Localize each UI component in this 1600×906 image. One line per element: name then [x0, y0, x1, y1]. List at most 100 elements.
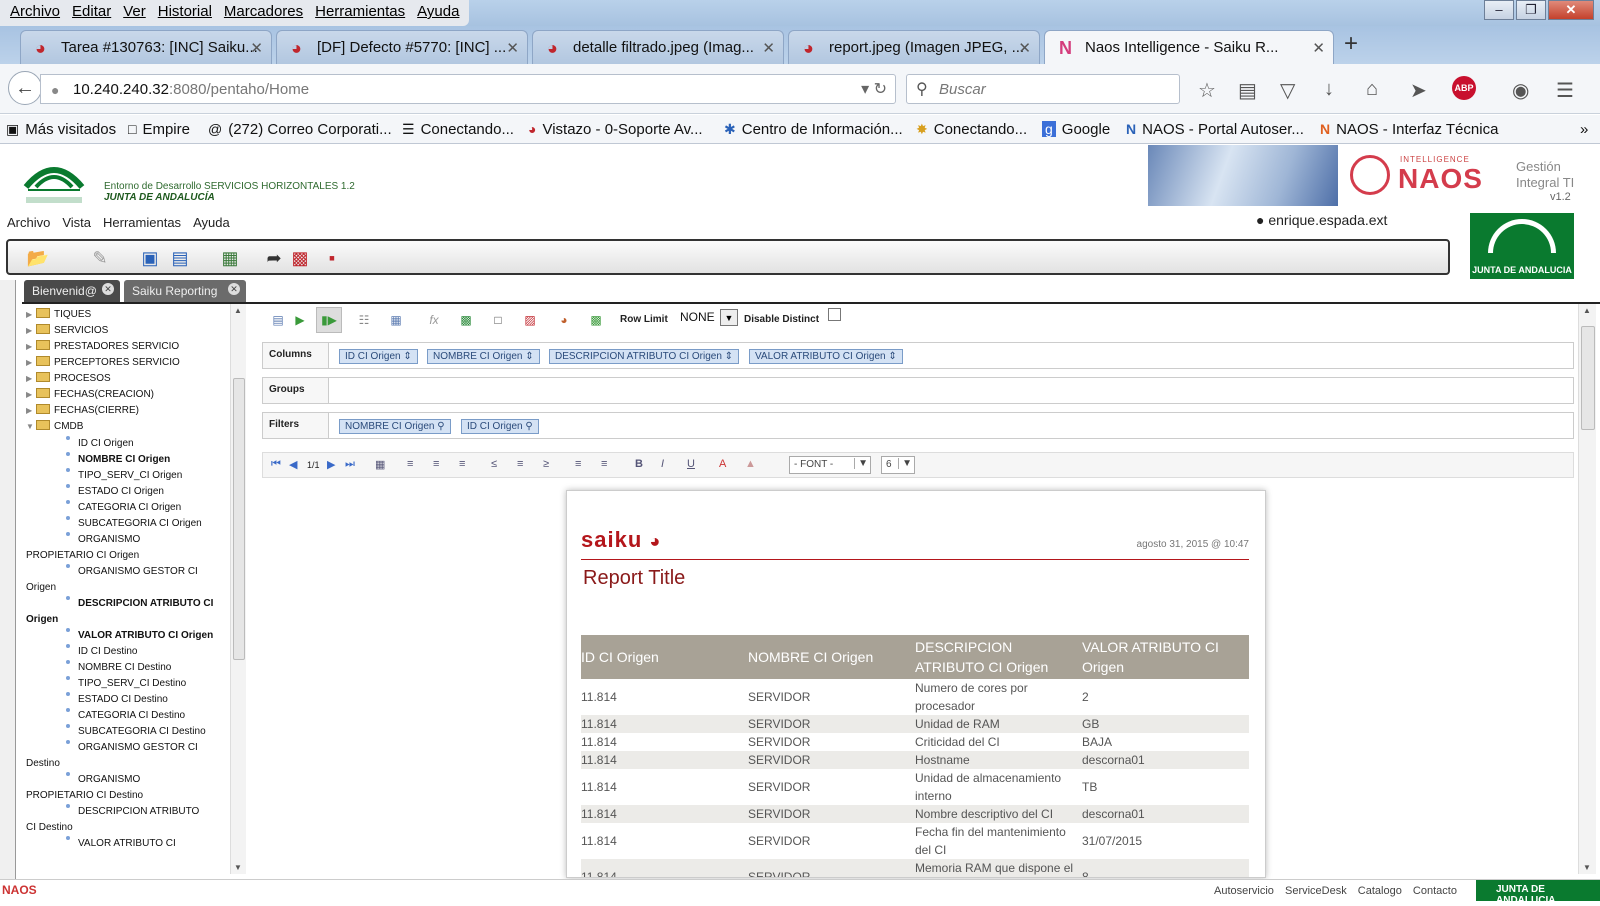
close-panel-icon[interactable]: ✕ — [102, 283, 114, 295]
new-tab-button[interactable]: + — [1344, 30, 1358, 58]
scroll-up-icon[interactable]: ▲ — [1583, 306, 1591, 315]
export-excel-icon[interactable]: ▩ — [458, 312, 474, 328]
collapsed-arrow-icon[interactable]: ▶ — [26, 390, 36, 399]
valign-middle-icon[interactable]: ≡ — [517, 458, 523, 470]
scroll-thumb[interactable] — [233, 378, 245, 660]
browser-tab[interactable]: ◕ [DF] Defecto #5770: [INC] ... ✕ — [276, 30, 528, 64]
align-right-icon[interactable]: ≡ — [459, 458, 465, 470]
next-page-icon[interactable]: ▶ — [327, 458, 335, 471]
browser-tab[interactable]: ◕ Tarea #130763: [INC] Saiku... ✕ — [20, 30, 272, 64]
export-csv-icon[interactable]: □ — [490, 312, 506, 328]
prev-page-icon[interactable]: ◀ — [289, 458, 297, 471]
tree-level-item[interactable]: ORGANISMO PROPIETARIO CI Destino — [26, 772, 228, 804]
tree-folder[interactable]: ▼ CMDB — [26, 420, 83, 432]
column-chip[interactable]: ID CI Origen ⇕ — [339, 349, 418, 364]
bookmark-item[interactable]: □ Empire — [128, 121, 190, 138]
close-tab-icon[interactable]: ✕ — [762, 39, 775, 57]
tree-level-item[interactable]: CATEGORIA CI Origen — [62, 500, 228, 516]
close-tab-icon[interactable]: ✕ — [506, 39, 519, 57]
tree-level-item[interactable]: TIPO_SERV_CI Origen — [62, 468, 228, 484]
column-header[interactable]: ID CI Origen — [581, 635, 748, 679]
app-menu-ayuda[interactable]: Ayuda — [193, 215, 230, 230]
tree-folder[interactable]: ▶ PRESTADORES SERVICIO — [26, 340, 179, 352]
close-tab-icon[interactable]: ✕ — [250, 39, 263, 57]
layout-icon[interactable]: ☷ — [356, 312, 372, 328]
menu-editar[interactable]: Editar — [72, 3, 111, 26]
app-menu-archivo[interactable]: Archivo — [7, 215, 50, 230]
reload-icon[interactable]: ▾ ↻ — [861, 79, 887, 99]
scroll-up-icon[interactable]: ▲ — [234, 306, 242, 315]
tree-level-item[interactable]: NOMBRE CI Origen — [62, 452, 228, 468]
refresh-view-icon[interactable]: ▦ — [218, 246, 242, 270]
collapse-strip[interactable] — [0, 280, 16, 880]
tree-folder[interactable]: ▶ PROCESOS — [26, 372, 111, 384]
panel-tab-bienvenido[interactable]: Bienvenid@ ✕ — [24, 280, 120, 302]
collapsed-arrow-icon[interactable]: ▶ — [26, 342, 36, 351]
align-center-icon[interactable]: ≡ — [433, 458, 439, 470]
tree-level-item[interactable]: ID CI Origen — [62, 436, 228, 452]
menu-historial[interactable]: Historial — [158, 3, 212, 26]
chart-icon[interactable]: ◕ — [556, 312, 572, 328]
save-as-icon[interactable]: ▤ — [168, 246, 192, 270]
collapsed-arrow-icon[interactable]: ▶ — [26, 406, 36, 415]
collapsed-arrow-icon[interactable]: ▶ — [26, 310, 36, 319]
search-input[interactable]: ⚲ Buscar — [906, 74, 1180, 104]
scroll-down-icon[interactable]: ▼ — [234, 863, 242, 872]
user-indicator[interactable]: ● enrique.espada.ext — [1256, 212, 1387, 228]
footer-link-servicedesk[interactable]: ServiceDesk — [1285, 885, 1347, 897]
valign-top-icon[interactable]: ≤ — [491, 458, 497, 470]
save-icon[interactable]: ▣ — [138, 246, 162, 270]
bookmark-item[interactable]: N NAOS - Portal Autoser... — [1126, 121, 1304, 138]
tree-level-item[interactable]: TIPO_SERV_CI Destino — [62, 676, 228, 692]
edit-pencil-icon[interactable]: ✎ — [88, 246, 112, 270]
pocket-icon[interactable]: ▽ — [1280, 78, 1295, 103]
expanded-arrow-icon[interactable]: ▼ — [26, 422, 36, 431]
new-query-icon[interactable]: ▤ — [270, 312, 286, 328]
outdent-icon[interactable]: ≡ — [601, 458, 607, 470]
collapsed-arrow-icon[interactable]: ▶ — [26, 374, 36, 383]
panel-tab-saiku[interactable]: Saiku Reporting ✕ — [124, 280, 246, 302]
align-left-icon[interactable]: ≡ — [407, 458, 413, 470]
filter-chip[interactable]: NOMBRE CI Origen ⚲ — [339, 419, 451, 434]
tree-level-item[interactable]: VALOR ATRIBUTO CI Origen — [62, 628, 228, 644]
font-select[interactable]: - FONT - ▼ — [789, 456, 871, 474]
tree-level-item[interactable]: VALOR ATRIBUTO CI — [62, 836, 228, 852]
bookmark-item[interactable]: g Google — [1042, 121, 1110, 138]
tree-level-item[interactable]: DESCRIPCION ATRIBUTO CI Destino — [26, 804, 228, 836]
main-scrollbar[interactable]: ▲ ▼ — [1578, 304, 1596, 874]
tree-level-item[interactable]: ORGANISMO GESTOR CI Destino — [26, 740, 228, 772]
close-panel-icon[interactable]: ✕ — [228, 283, 240, 295]
menu-archivo[interactable]: Archivo — [10, 3, 60, 26]
tree-level-item[interactable]: ORGANISMO GESTOR CI Origen — [26, 564, 228, 596]
collapsed-arrow-icon[interactable]: ▶ — [26, 326, 36, 335]
tree-level-item[interactable]: ESTADO CI Origen — [62, 484, 228, 500]
formula-icon[interactable]: fx — [426, 312, 442, 328]
bookmark-star-icon[interactable]: ☆ — [1198, 78, 1216, 103]
auto-execute-icon[interactable]: ▮▶ — [316, 307, 342, 333]
minimize-button[interactable]: – — [1484, 0, 1514, 20]
bookmark-item[interactable]: @ (272) Correo Corporati... — [208, 121, 392, 138]
tree-folder[interactable]: ▶ SERVICIOS — [26, 324, 108, 336]
table-icon[interactable]: ▦ — [375, 458, 385, 471]
menu-herramientas[interactable]: Herramientas — [315, 3, 405, 26]
close-tab-icon[interactable]: ✕ — [1312, 39, 1325, 57]
preview-icon[interactable]: ▦ — [388, 312, 404, 328]
disable-distinct-checkbox[interactable] — [828, 308, 841, 321]
run-query-icon[interactable]: ▶ — [292, 312, 308, 328]
column-header[interactable]: VALOR ATRIBUTO CI Origen — [1082, 635, 1249, 679]
browser-tab[interactable]: ◕ report.jpeg (Imagen JPEG, ... ✕ — [788, 30, 1040, 64]
report-title[interactable]: Report Title — [583, 567, 685, 590]
bold-icon[interactable]: B — [635, 458, 643, 470]
browser-tab-active[interactable]: N Naos Intelligence - Saiku R... ✕ — [1044, 30, 1334, 64]
app-menu-herramientas[interactable]: Herramientas — [103, 215, 181, 230]
footer-link-catalogo[interactable]: Catalogo — [1358, 885, 1402, 897]
tree-folder[interactable]: ▶ TIQUES — [26, 308, 91, 320]
hamburger-menu-icon[interactable]: ☰ — [1556, 78, 1574, 103]
bookmark-item[interactable]: ▣ Más visitados — [6, 121, 116, 138]
tree-folder[interactable]: ▶ FECHAS(CREACION) — [26, 388, 154, 400]
indent-icon[interactable]: ≡ — [575, 458, 581, 470]
background-color-icon[interactable]: ▲ — [745, 458, 756, 470]
export-pdf-icon[interactable]: ▨ — [522, 312, 538, 328]
footer-link-autoservicio[interactable]: Autoservicio — [1214, 885, 1274, 897]
tree-level-item[interactable]: CATEGORIA CI Destino — [62, 708, 228, 724]
